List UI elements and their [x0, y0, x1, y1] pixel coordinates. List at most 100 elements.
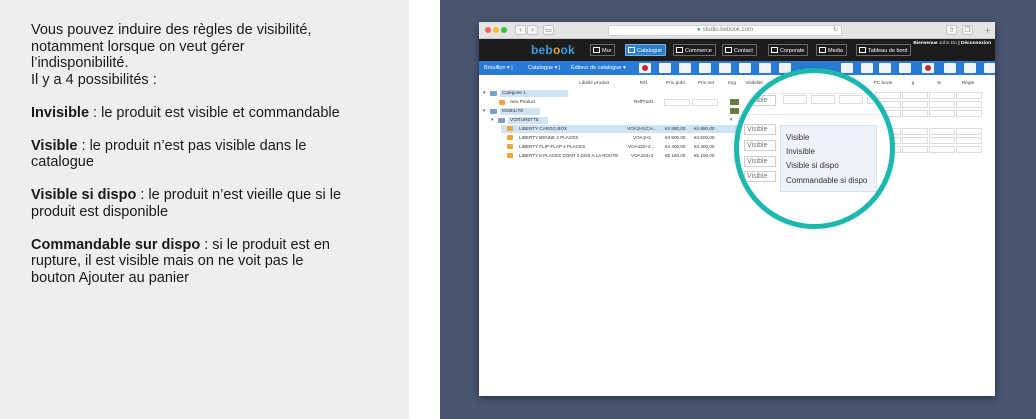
- nav-mur[interactable]: Mur: [590, 44, 616, 56]
- table-cell[interactable]: [929, 146, 955, 153]
- visibility-tool-icon[interactable]: [639, 63, 651, 73]
- share-icon[interactable]: ⇧: [946, 25, 957, 35]
- table-cell[interactable]: [839, 95, 863, 104]
- table-row[interactable]: VOITURETTE: [510, 116, 539, 124]
- visibility-option-visible-si-dispo[interactable]: Visible si dispo: [786, 161, 839, 171]
- visibility-option-visible[interactable]: Visible: [786, 133, 809, 143]
- table-row[interactable]: new Product: [510, 98, 536, 106]
- barcode-icon[interactable]: [699, 63, 711, 73]
- tile-icon[interactable]: [739, 63, 751, 73]
- visibility-select[interactable]: Visible: [744, 124, 776, 135]
- table-cell[interactable]: [956, 146, 982, 153]
- table-cell[interactable]: [929, 128, 955, 135]
- logo-part: ok: [560, 43, 575, 57]
- visibility-select[interactable]: Visible: [744, 156, 776, 167]
- product-price-net[interactable]: €4 880,00: [694, 125, 714, 133]
- table-cell[interactable]: [956, 101, 982, 108]
- product-price-public[interactable]: €5 150,00: [665, 152, 685, 160]
- product-image-thumb[interactable]: [730, 108, 739, 114]
- table-cell[interactable]: [902, 137, 928, 144]
- nav-catalogue[interactable]: Catalogue: [625, 44, 667, 56]
- nav-contact[interactable]: Contact: [722, 44, 757, 56]
- zoom-magnifier: Visible Visible Visible Visible Visible …: [734, 68, 895, 229]
- logout-link[interactable]: Déconnexion: [961, 41, 991, 46]
- cloud-icon[interactable]: [899, 63, 911, 73]
- col-header-prix-net: Prix net: [697, 81, 715, 86]
- table-cell[interactable]: [929, 101, 955, 108]
- table-cell[interactable]: [902, 146, 928, 153]
- expand-toggle-icon[interactable]: ▾: [483, 107, 486, 115]
- new-tab-icon[interactable]: +: [984, 27, 991, 35]
- export-icon[interactable]: [944, 63, 956, 73]
- back-icon[interactable]: ‹: [515, 25, 526, 35]
- maximize-window-button[interactable]: [501, 27, 507, 33]
- tags-icon[interactable]: [879, 63, 891, 73]
- table-cell[interactable]: [902, 128, 928, 135]
- visibility-select[interactable]: Visible: [744, 140, 776, 151]
- table-cell[interactable]: [902, 101, 928, 108]
- product-image-thumb[interactable]: [730, 99, 739, 105]
- search-icon[interactable]: [964, 63, 976, 73]
- tabs-icon[interactable]: ❐: [962, 25, 973, 35]
- table-row[interactable]: LIBERTY 6 PLACES DONT 2 DOS A LA ROUTE: [519, 152, 618, 160]
- nav-media[interactable]: Media: [816, 44, 847, 56]
- table-cell[interactable]: [956, 128, 982, 135]
- nav-tableau-de-bord[interactable]: Tableau de bord: [856, 44, 912, 56]
- more-icon[interactable]: [984, 63, 995, 73]
- table-cell[interactable]: [929, 137, 955, 144]
- delete-icon[interactable]: [922, 63, 934, 73]
- table-cell[interactable]: [956, 137, 982, 144]
- calendar-icon[interactable]: [679, 63, 691, 73]
- table-cell[interactable]: [902, 110, 928, 117]
- table-cell[interactable]: [664, 99, 690, 106]
- tag-icon[interactable]: [861, 63, 873, 73]
- table-cell[interactable]: [867, 95, 890, 104]
- table-row[interactable]: MOBILITÉ: [502, 107, 523, 115]
- table-row[interactable]: LIBERTY CARGO BOX: [519, 125, 567, 133]
- nav-commerce[interactable]: Commerce: [673, 44, 716, 56]
- table-cell[interactable]: [692, 99, 718, 106]
- table-cell[interactable]: [956, 110, 982, 117]
- table-cell[interactable]: [783, 95, 807, 104]
- user-name[interactable]: John Do: [939, 41, 957, 46]
- list-icon[interactable]: [759, 63, 771, 73]
- module-select[interactable]: Catalogue ▾ |: [528, 64, 560, 73]
- table-cell[interactable]: [929, 110, 955, 117]
- globe-icon[interactable]: [719, 63, 731, 73]
- editor-select[interactable]: Éditeur de catalogue ▾: [571, 64, 626, 73]
- visibility-dropdown-icon[interactable]: ▾: [730, 116, 733, 124]
- close-window-button[interactable]: [485, 27, 491, 33]
- product-price-public[interactable]: €4 500,00: [665, 134, 685, 142]
- visibility-option-invisible[interactable]: Invisible: [786, 147, 815, 157]
- reload-icon[interactable]: ↻: [833, 26, 838, 35]
- visibility-option-commandable-si-dispo[interactable]: Commandable si dispo: [786, 176, 867, 186]
- lock-icon: ●: [697, 27, 701, 33]
- table-cell[interactable]: [929, 92, 955, 99]
- status-select[interactable]: Brouillon ▾ |: [484, 64, 513, 73]
- product-price-public[interactable]: €4 400,00: [665, 143, 685, 151]
- visibility-select[interactable]: Visible: [744, 95, 776, 106]
- table-cell[interactable]: [902, 92, 928, 99]
- product-price-net[interactable]: €4 400,00: [694, 143, 714, 151]
- expand-toggle-icon[interactable]: ▾: [483, 89, 486, 97]
- table-cell[interactable]: [811, 95, 835, 104]
- nav-corporate[interactable]: Corporate: [768, 44, 809, 56]
- product-price-net[interactable]: €5 150,00: [694, 152, 714, 160]
- sidebar-toggle-icon[interactable]: ▭: [543, 25, 554, 35]
- intro-line: Vous pouvez induire des règles de visibi…: [31, 22, 312, 38]
- product-price-public[interactable]: €4 880,00: [665, 125, 685, 133]
- minimize-window-button[interactable]: [493, 27, 499, 33]
- folder-icon[interactable]: [841, 63, 853, 73]
- visibility-select[interactable]: Visible: [744, 171, 776, 182]
- product-price-net[interactable]: €4 500,00: [694, 134, 714, 142]
- expand-toggle-icon[interactable]: ▾: [491, 116, 494, 124]
- table-row[interactable]: LIBERTY FLIP-FLAP 4 PLACES: [519, 143, 585, 151]
- table-cell[interactable]: [956, 92, 982, 99]
- bebook-logo[interactable]: bebook: [531, 43, 575, 57]
- table-row[interactable]: LIBERTY BENNE 2 PLACES: [519, 134, 578, 142]
- table-row[interactable]: Catégorie 1: [502, 89, 526, 97]
- table-icon[interactable]: [659, 63, 671, 73]
- address-bar[interactable]: ● studio.bebook.com ↻: [608, 25, 842, 36]
- corporate-icon: [771, 47, 778, 53]
- forward-icon[interactable]: ›: [527, 25, 538, 35]
